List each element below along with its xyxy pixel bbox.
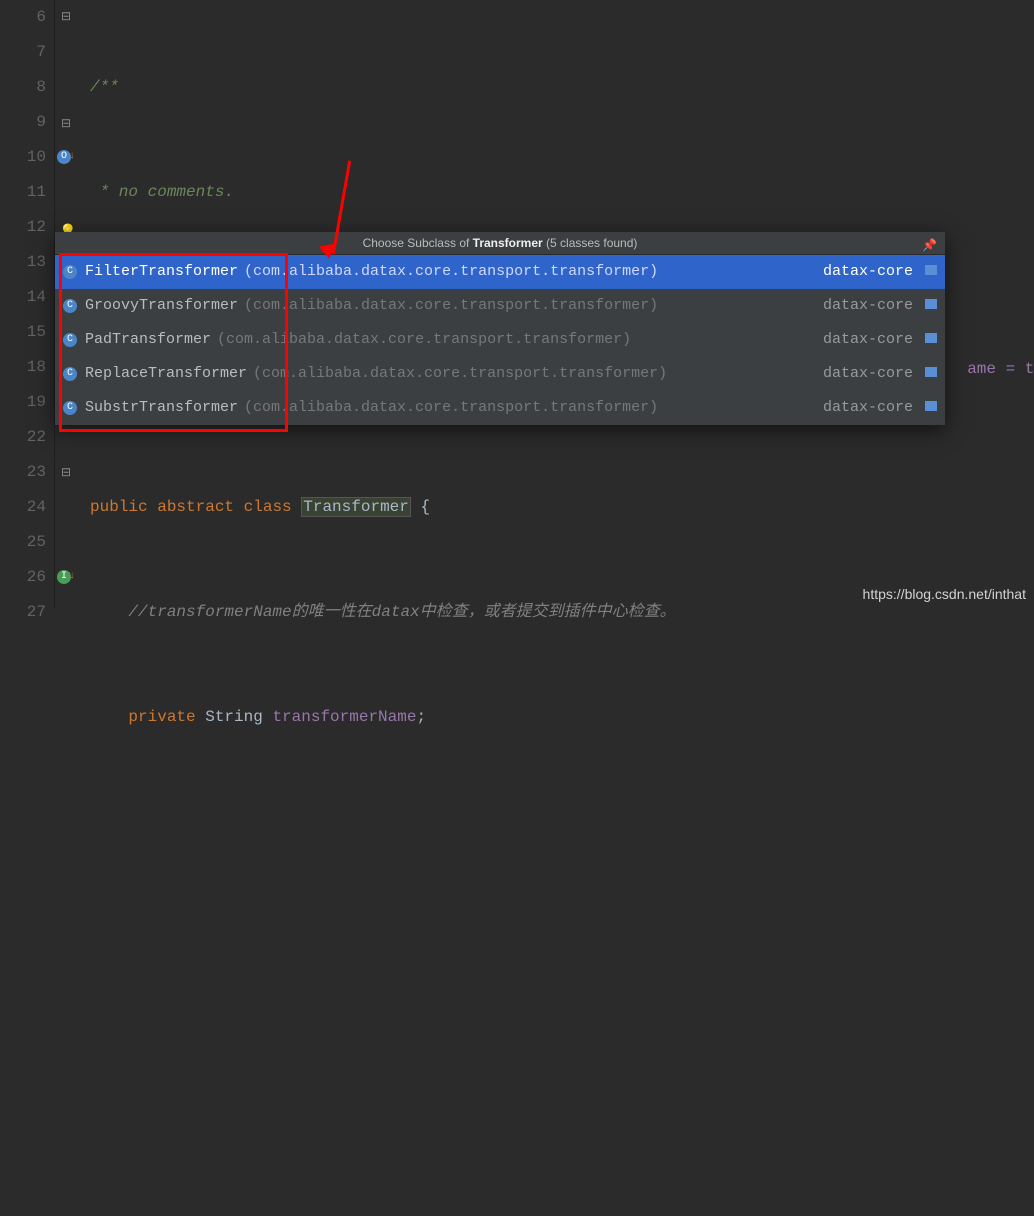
fold-toggle-icon[interactable]: ⊟ bbox=[61, 0, 71, 35]
watermark: https://blog.csdn.net/inthat bbox=[863, 586, 1026, 602]
keyword-class: class bbox=[244, 498, 302, 516]
subclass-module: datax-core bbox=[823, 289, 937, 323]
line-number: 13 bbox=[0, 245, 46, 280]
keyword-private: private bbox=[90, 708, 205, 726]
subclass-name: FilterTransformer bbox=[85, 255, 238, 289]
line-number: 15 bbox=[0, 315, 46, 350]
module-icon bbox=[925, 265, 937, 275]
annotation-arrow-head bbox=[319, 244, 337, 261]
keyword-abstract: abstract bbox=[157, 498, 243, 516]
subclass-module: datax-core bbox=[823, 323, 937, 357]
class-icon: C bbox=[63, 299, 77, 313]
line-number: 19 bbox=[0, 385, 46, 420]
popup-title-bar: Choose Subclass of Transformer (5 classe… bbox=[55, 232, 945, 255]
subclass-name: SubstrTransformer bbox=[85, 391, 238, 425]
line-number: 8 bbox=[0, 70, 46, 105]
subclass-name: PadTransformer bbox=[85, 323, 211, 357]
subclass-package: (com.alibaba.datax.core.transport.transf… bbox=[244, 391, 658, 425]
implements-marker-icon[interactable]: I↓ bbox=[57, 570, 71, 584]
line-number-gutter: 6 7 8 9 10 11 12 13 14 15 18 19 22 23 24… bbox=[0, 0, 55, 608]
subclass-module: datax-core bbox=[823, 391, 937, 425]
override-marker-icon[interactable]: O↓ bbox=[57, 150, 71, 164]
line-number: 18 bbox=[0, 350, 46, 385]
line-number: 24 bbox=[0, 490, 46, 525]
fold-toggle-icon[interactable]: ⊟ bbox=[61, 107, 71, 142]
line-number: 12 bbox=[0, 210, 46, 245]
subclass-item[interactable]: C GroovyTransformer(com.alibaba.datax.cor… bbox=[55, 289, 945, 323]
subclass-name: ReplaceTransformer bbox=[85, 357, 247, 391]
popup-title-classname: Transformer bbox=[473, 236, 543, 250]
line-number: 9 bbox=[0, 105, 46, 140]
module-icon bbox=[925, 401, 937, 411]
line-number: 6 bbox=[0, 0, 46, 35]
javadoc-start: /** bbox=[90, 78, 119, 96]
fold-toggle-icon[interactable]: ⊟ bbox=[61, 456, 71, 491]
subclass-module: datax-core bbox=[823, 357, 937, 391]
class-icon: C bbox=[63, 265, 77, 279]
subclass-name: GroovyTransformer bbox=[85, 289, 238, 323]
line-number: 27 bbox=[0, 595, 46, 630]
line-number: 10 bbox=[0, 140, 46, 175]
keyword-public: public bbox=[90, 498, 157, 516]
subclass-item[interactable]: C PadTransformer(com.alibaba.datax.core.t… bbox=[55, 323, 945, 357]
subclass-package: (com.alibaba.datax.core.transport.transf… bbox=[244, 289, 658, 323]
class-icon: C bbox=[63, 401, 77, 415]
line-number: 25 bbox=[0, 525, 46, 560]
module-icon bbox=[925, 333, 937, 343]
class-icon: C bbox=[63, 367, 77, 381]
class-name[interactable]: Transformer bbox=[301, 497, 411, 517]
module-icon bbox=[925, 367, 937, 377]
class-icon: C bbox=[63, 333, 77, 347]
pin-icon[interactable]: 📌 bbox=[922, 234, 937, 256]
subclass-package: (com.alibaba.datax.core.transport.transf… bbox=[244, 255, 658, 289]
line-number: 14 bbox=[0, 280, 46, 315]
background-code-fragment: ame = tr bbox=[967, 360, 1034, 378]
subclass-module: datax-core bbox=[823, 255, 937, 289]
type-string: String bbox=[205, 708, 272, 726]
subclass-item[interactable]: C SubstrTransformer(com.alibaba.datax.cor… bbox=[55, 391, 945, 425]
semicolon: ; bbox=[416, 708, 426, 726]
module-icon bbox=[925, 299, 937, 309]
popup-title-count: (5 classes found) bbox=[543, 236, 638, 250]
subclass-item[interactable]: C ReplaceTransformer(com.alibaba.datax.co… bbox=[55, 357, 945, 391]
line-number: 22 bbox=[0, 420, 46, 455]
open-brace: { bbox=[411, 498, 430, 516]
line-number: 23 bbox=[0, 455, 46, 490]
subclass-chooser-popup[interactable]: Choose Subclass of Transformer (5 classe… bbox=[55, 232, 945, 425]
popup-list[interactable]: CFilterTransformer(com.alibaba.datax.cor… bbox=[55, 255, 945, 425]
subclass-package: (com.alibaba.datax.core.transport.transf… bbox=[217, 323, 631, 357]
line-comment: //transformerName的唯一性在datax中检查，或者提交到插件中心… bbox=[90, 603, 676, 621]
line-number: 7 bbox=[0, 35, 46, 70]
popup-title-text: Choose Subclass of bbox=[363, 236, 473, 250]
subclass-package: (com.alibaba.datax.core.transport.transf… bbox=[253, 357, 667, 391]
line-number: 11 bbox=[0, 175, 46, 210]
field-name: transformerName bbox=[272, 708, 416, 726]
line-number: 26 bbox=[0, 560, 46, 595]
subclass-item[interactable]: C FilterTransformer(com.alibaba.datax.cor… bbox=[55, 255, 945, 289]
javadoc-line: * no comments. bbox=[90, 183, 234, 201]
